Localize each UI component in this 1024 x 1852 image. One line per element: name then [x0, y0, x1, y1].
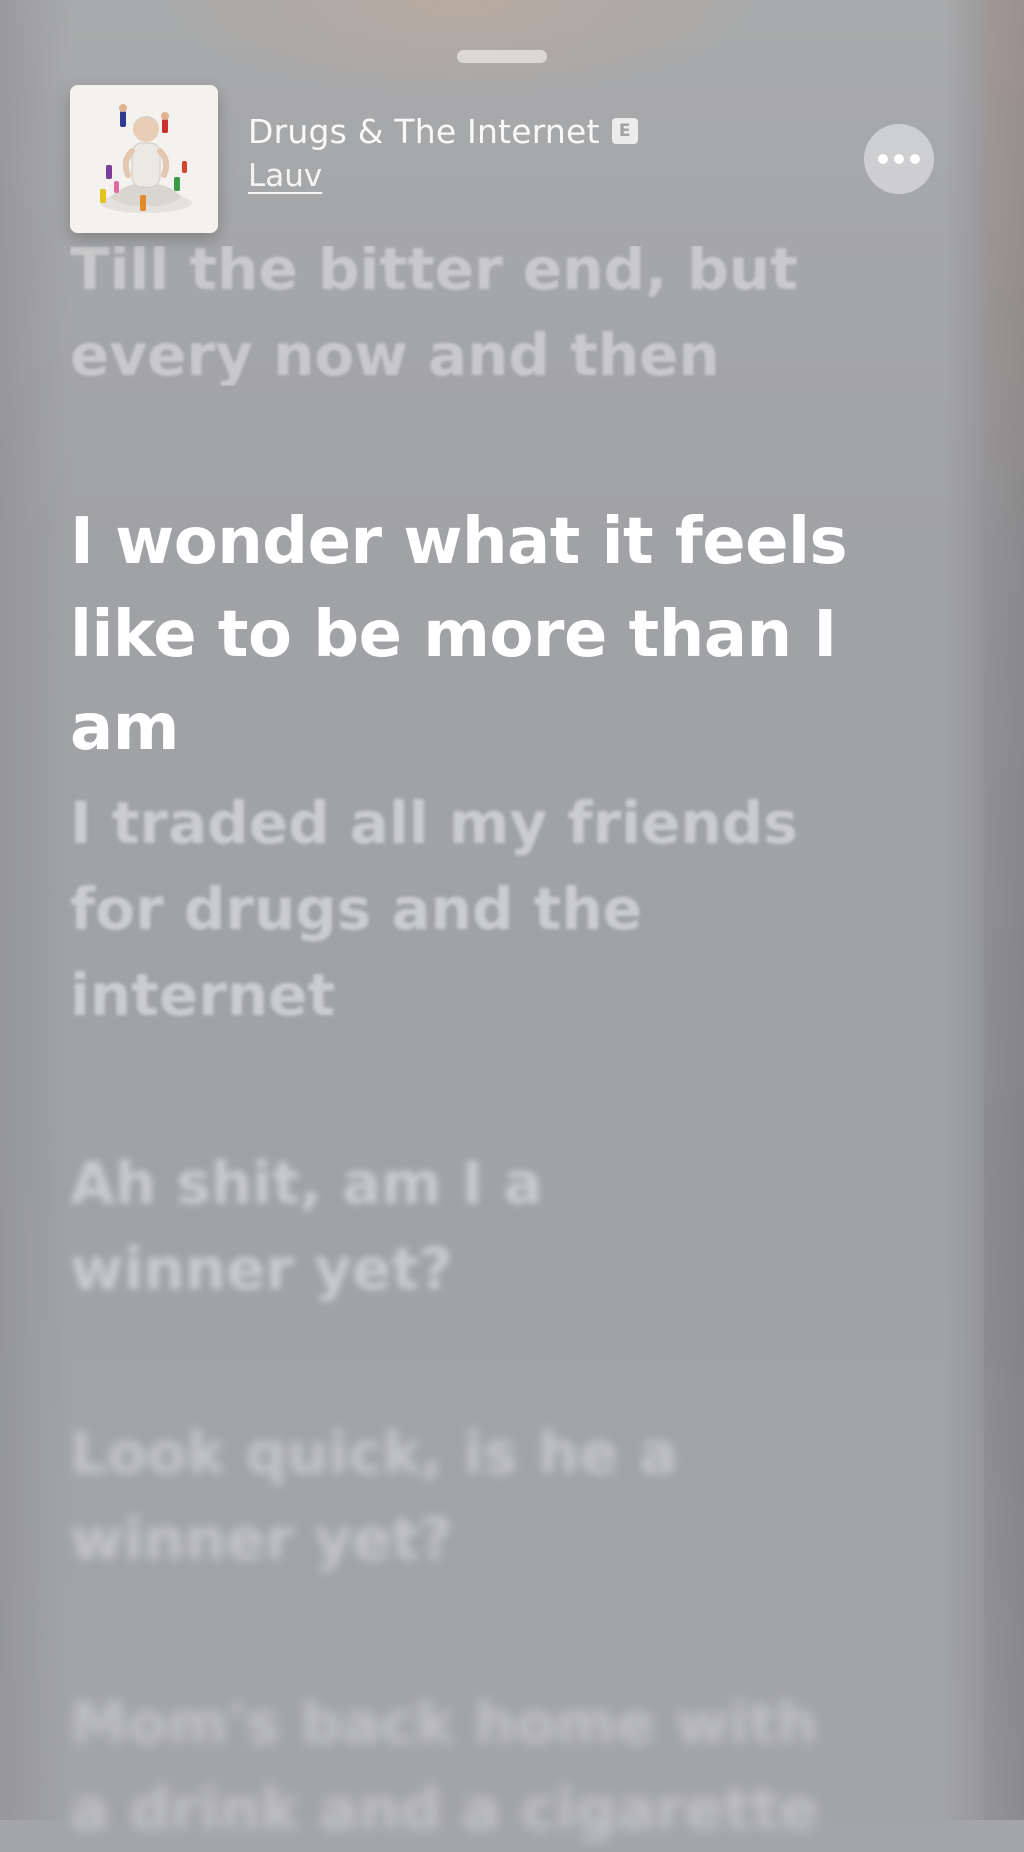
ellipsis-icon: [910, 154, 920, 164]
lyric-line-next[interactable]: I traded all my friends for drugs and th…: [70, 780, 798, 1038]
album-artwork[interactable]: [70, 85, 218, 233]
lyric-line-upcoming[interactable]: Look quick, is he a winner yet?: [70, 1410, 678, 1582]
lyric-line-upcoming[interactable]: Ah shit, am I a winner yet?: [70, 1140, 543, 1312]
lyric-line-upcoming[interactable]: Mom's back home with a drink and a cigar…: [70, 1680, 819, 1852]
sheet-grabber-handle[interactable]: [457, 50, 547, 63]
now-playing-header: Drugs & The Internet E Lauv: [0, 0, 1024, 260]
ellipsis-icon: [878, 154, 888, 164]
lyric-line-current[interactable]: I wonder what it feels like to be more t…: [70, 496, 950, 775]
background-edge-shade: [984, 0, 1024, 1820]
more-options-button[interactable]: [864, 124, 934, 194]
explicit-icon: E: [611, 118, 638, 144]
artist-link[interactable]: Lauv: [248, 158, 322, 194]
track-info: Drugs & The Internet E Lauv: [248, 108, 638, 194]
song-title: Drugs & The Internet: [248, 111, 600, 151]
album-artwork-image: [70, 85, 218, 233]
title-row: Drugs & The Internet E: [248, 108, 638, 154]
ellipsis-icon: [894, 154, 904, 164]
